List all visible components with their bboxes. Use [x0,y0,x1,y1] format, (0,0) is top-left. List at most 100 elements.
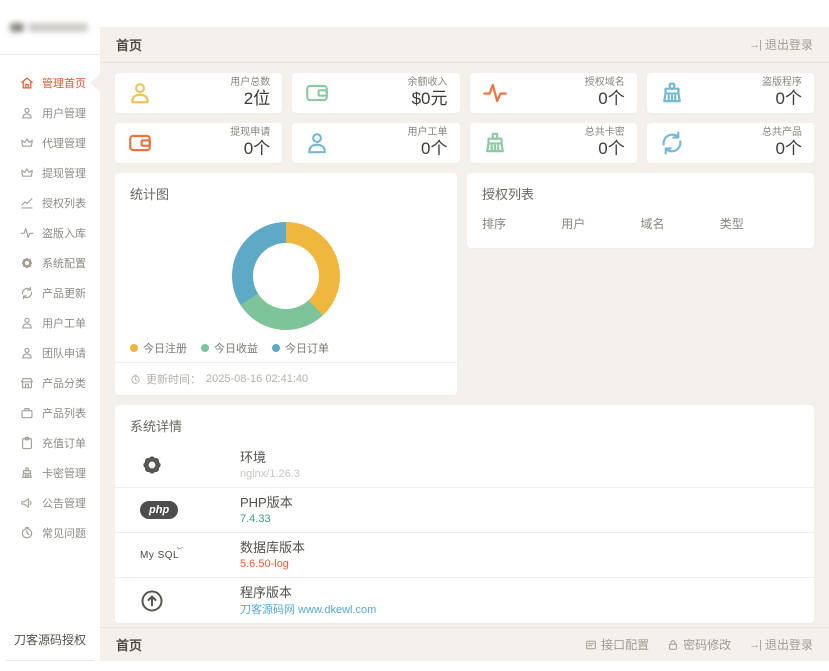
legend-dot [130,344,138,352]
logo-blur-dot [10,23,24,32]
crown-icon [20,136,34,150]
footer-page-title: 首页 [116,635,142,654]
sidebar-item-system-config[interactable]: 系统配置 [0,248,100,278]
system-row-program-version: 程序版本 刀客源码网 www.dkewl.com [115,578,814,623]
chart-updated-row: 更新时间： 2025-08-16 02:41:40 [115,362,457,395]
sidebar-item-withdrawal-management[interactable]: 提现管理 [0,158,100,188]
sidebar-item-announcement-management[interactable]: 公告管理 [0,488,100,518]
refresh-icon [659,130,685,156]
sidebar-item-auth-list[interactable]: 授权列表 [0,188,100,218]
donut-chart-zone [115,211,457,340]
logout-icon: →| [749,39,761,51]
stat-card-pirated-programs: 盗版程序 0个 [647,73,814,113]
sidebar-item-faq[interactable]: 常见问题 [0,518,100,548]
legend-item: 今日订单 [272,340,329,356]
lock-icon [667,639,679,651]
sidebar-item-label: 提现管理 [42,165,86,181]
legend-dot [201,344,209,352]
wallet-icon [127,130,153,156]
sidebar-item-label: 代理管理 [42,135,86,151]
sidebar-item-product-list[interactable]: 产品列表 [0,398,100,428]
sidebar-item-recharge-orders[interactable]: 充值订单 [0,428,100,458]
legend-dot [272,344,280,352]
sidebar-item-user-management[interactable]: 用户管理 [0,98,100,128]
footer-links: 接口配置 密码修改 →| 退出登录 [585,636,813,653]
auth-list-header-row: 排序 用户 域名 类型 [467,211,814,244]
logout-link[interactable]: →| 退出登录 [749,36,813,53]
stat-card-balance-income: 余额收入 $0元 [292,73,459,113]
brush-icon [482,130,508,156]
refresh-icon [20,286,34,300]
statistics-chart-card: 统计图 今日注册 今日收益 [115,173,457,395]
home-icon [20,76,34,90]
auth-list-card: 授权列表 排序 用户 域名 类型 [467,173,814,248]
middle-row: 统计图 今日注册 今日收益 [115,173,814,395]
stat-card-auth-domains: 授权域名 0个 [470,73,637,113]
user-icon [20,346,34,360]
clock-icon [130,374,141,385]
page-title: 首页 [116,35,142,54]
chart-line-icon [20,196,34,210]
logo-blur-text [28,23,88,32]
sidebar-item-product-update[interactable]: 产品更新 [0,278,100,308]
logout-link-bottom[interactable]: →| 退出登录 [749,636,813,653]
main-area: 首页 →| 退出登录 用户总数 2位 余额收入 $0元 [100,0,829,671]
system-details-title: 系统详情 [115,405,814,443]
donut-chart [232,222,340,330]
sidebar-item-agent-management[interactable]: 代理管理 [0,128,100,158]
sidebar-item-team-application[interactable]: 团队申请 [0,338,100,368]
user-icon [304,130,330,156]
program-version-link[interactable]: 刀客源码网 www.dkewl.com [240,603,376,618]
chart-card-title: 统计图 [115,173,457,211]
sidebar-item-label: 公告管理 [42,495,86,511]
auth-list-title: 授权列表 [467,173,814,211]
bottom-bar: 首页 接口配置 密码修改 →| 退出登录 [100,627,829,661]
sidebar-item-label: 授权列表 [42,195,86,211]
chart-legend: 今日注册 今日收益 今日订单 [115,340,457,362]
crown-icon [20,166,34,180]
top-spacer [100,0,829,27]
sidebar-item-card-key-management[interactable]: 卡密管理 [0,458,100,488]
sidebar-item-piracy-intake[interactable]: 盗版入库 [0,218,100,248]
store-icon [20,376,34,390]
system-row-php-version: php PHP版本 7.4.33 [115,488,814,533]
change-password-link[interactable]: 密码修改 [667,636,731,653]
gear-icon [20,256,34,270]
logout-icon: →| [749,639,761,651]
megaphone-icon [20,496,34,510]
stats-row-2: 提现申请 0个 用户工单 0个 总共卡密 0个 总共产品 0个 [115,123,814,163]
stat-card-total-users: 用户总数 2位 [115,73,282,113]
updated-time: 2025-08-16 02:41:40 [206,373,308,385]
briefcase-icon [20,406,34,420]
sidebar-item-label: 盗版入库 [42,225,86,241]
column-header-sort: 排序 [482,215,561,232]
stat-card-total-card-keys: 总共卡密 0个 [470,123,637,163]
sidebar-item-label: 系统配置 [42,255,86,271]
upload-circle-icon [140,589,164,613]
sidebar-menu: 管理首页 用户管理 代理管理 提现管理 授权列表 盗版入库 [0,55,100,548]
system-row-environment: 环境 nginx/1.26.3 [115,443,814,488]
top-header-bar: 首页 →| 退出登录 [100,27,829,63]
sidebar-item-admin-home[interactable]: 管理首页 [0,68,100,98]
sidebar-item-user-tickets[interactable]: 用户工单 [0,308,100,338]
stat-card-total-products: 总共产品 0个 [647,123,814,163]
brush-icon [659,80,685,106]
stat-card-withdraw-requests: 提现申请 0个 [115,123,282,163]
sidebar-item-label: 用户工单 [42,315,86,331]
sidebar-item-label: 团队申请 [42,345,86,361]
api-config-link[interactable]: 接口配置 [585,636,649,653]
system-row-database-version: My SQL 数据库版本 5.6.50-log [115,533,814,578]
column-header-domain: 域名 [641,215,720,232]
sidebar-item-product-category[interactable]: 产品分类 [0,368,100,398]
admin-dashboard: 管理首页 用户管理 代理管理 提现管理 授权列表 盗版入库 [0,0,829,671]
sidebar-item-label: 卡密管理 [42,465,86,481]
sidebar-item-label: 管理首页 [42,75,86,91]
sidebar-item-label: 产品分类 [42,375,86,391]
stats-row-1: 用户总数 2位 余额收入 $0元 授权域名 0个 盗版程序 0个 [115,73,814,113]
content: 用户总数 2位 余额收入 $0元 授权域名 0个 盗版程序 0个 [100,63,829,627]
user-icon [127,80,153,106]
sidebar-item-label: 常见问题 [42,525,86,541]
system-details-card: 系统详情 环境 nginx/1.26.3 php PHP版本 7.4.33 My… [115,405,814,623]
sidebar: 管理首页 用户管理 代理管理 提现管理 授权列表 盗版入库 [0,0,100,671]
user-icon [20,316,34,330]
